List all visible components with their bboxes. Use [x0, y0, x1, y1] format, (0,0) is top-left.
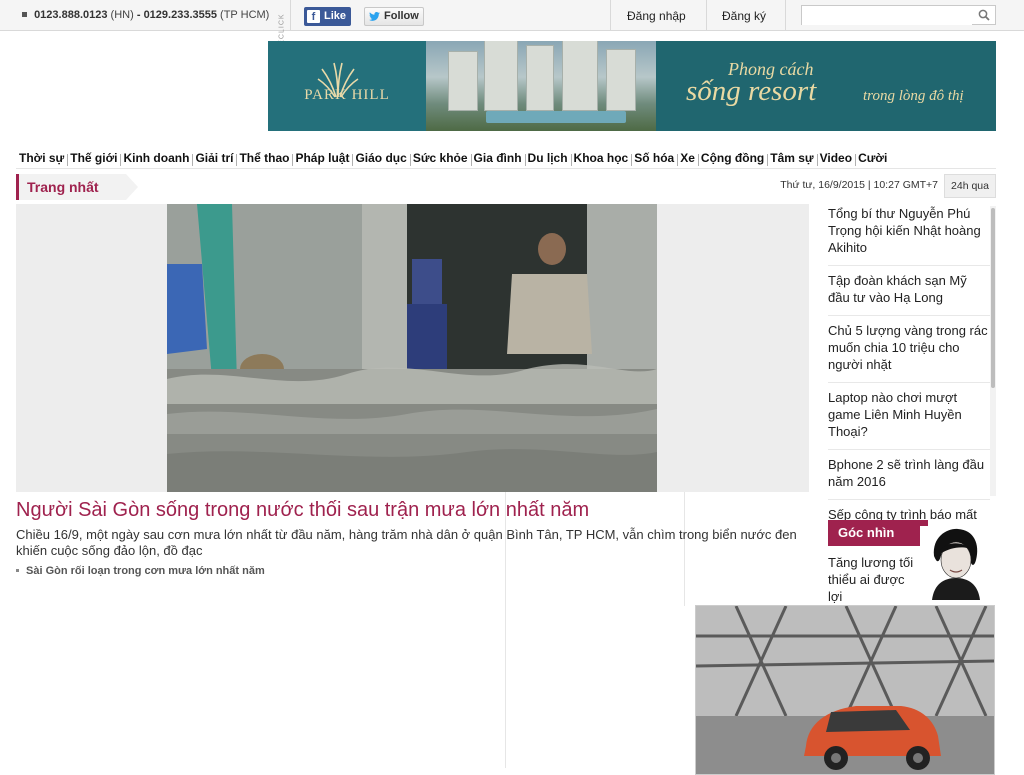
divider — [610, 0, 611, 31]
search-input[interactable] — [802, 7, 972, 25]
facebook-like-button[interactable]: f Like — [304, 7, 351, 26]
nav-item[interactable]: Số hóa — [631, 151, 677, 166]
phone-hn-suffix: (HN) — [110, 9, 134, 21]
nav-item[interactable]: Thế giới — [67, 151, 120, 166]
current-datetime: Thứ tư, 16/9/2015 | 10:27 GMT+7 — [780, 179, 938, 191]
phone-separator: - — [136, 9, 141, 21]
side-news-scrollbar[interactable] — [990, 206, 996, 496]
side-news-list: Tổng bí thư Nguyễn Phú Trọng hội kiến Nh… — [828, 204, 990, 538]
main-story-image[interactable] — [167, 204, 657, 492]
phone-hcm-suffix: (TP HCM) — [220, 9, 270, 21]
nav-item[interactable]: Thể thao — [236, 151, 292, 166]
phone-hcm: 0129.233.3555 — [143, 9, 217, 21]
section-title: Trang nhất — [27, 179, 99, 195]
side-news-item[interactable]: Tập đoàn khách sạn Mỹ đầu tư vào Hạ Long — [828, 271, 990, 316]
register-link[interactable]: Đăng ký — [722, 9, 766, 23]
top-bar: 0123.888.0123 (HN) - 0129.233.3555 (TP H… — [0, 0, 1024, 31]
login-link[interactable]: Đăng nhập — [627, 9, 686, 23]
nav-divider — [16, 168, 996, 169]
divider — [785, 0, 786, 31]
nav-item[interactable]: Thời sự — [16, 151, 67, 165]
nav-item[interactable]: Giải trí — [192, 151, 236, 166]
author-avatar — [920, 526, 990, 600]
nav-item[interactable]: Khoa học — [570, 151, 632, 166]
tagline-line-2: sống resort — [686, 75, 817, 107]
phone-hn: 0123.888.0123 — [34, 9, 108, 21]
nav-item[interactable]: Sức khỏe — [409, 151, 471, 166]
section-tab-home[interactable]: Trang nhất — [16, 174, 138, 200]
section-header: Trang nhất Thứ tư, 16/9/2015 | 10:27 GMT… — [16, 174, 996, 200]
search-icon[interactable] — [978, 9, 990, 21]
nav-item[interactable]: Giáo dục — [352, 151, 409, 166]
park-hill-logo: PARK HILL — [268, 41, 426, 131]
author-portrait — [920, 526, 990, 600]
scrollbar-thumb[interactable] — [991, 208, 995, 388]
hotline: 0123.888.0123 (HN) - 0129.233.3555 (TP H… — [22, 9, 269, 21]
side-news-item[interactable]: Chủ 5 lượng vàng trong rác muốn chia 10 … — [828, 321, 990, 383]
main-nav: Thời sự Thế giới Kinh doanh Giải trí Thể tha… — [16, 147, 996, 169]
nav-item[interactable]: Du lịch — [524, 151, 571, 166]
park-hill-brand: PARK HILL — [304, 87, 390, 103]
nav-item[interactable]: Gia đình — [470, 151, 525, 166]
banner-tagline: Phong cách sống resort trong lòng đô thị — [656, 41, 996, 131]
main-story-lead: Chiều 16/9, một ngày sau cơn mưa lớn nhấ… — [16, 527, 797, 558]
twitter-icon — [369, 12, 380, 21]
goc-nhin-headline[interactable]: Tăng lương tối thiểu ai được lợi — [828, 554, 922, 605]
side-news-item[interactable]: Laptop nào chơi mượt game Liên Minh Huyề… — [828, 388, 990, 450]
search-box — [801, 5, 996, 25]
nav-item[interactable]: Video — [816, 151, 855, 166]
recent-24h-button[interactable]: 24h qua — [944, 174, 996, 198]
flooded-house-photo — [167, 204, 657, 492]
main-story-headline[interactable]: Người Sài Gòn sống trong nước thối sau t… — [16, 497, 806, 523]
divider — [706, 0, 707, 31]
twitter-follow-button[interactable]: Follow — [364, 7, 424, 26]
related-story-link[interactable]: Sài Gòn rối loạn trong cơn mưa lớn nhất … — [16, 565, 265, 577]
car-on-bridge-photo — [696, 606, 994, 774]
nav-item[interactable]: Tâm sự — [767, 151, 816, 166]
tagline-line-3: trong lòng đô thị — [863, 88, 964, 104]
facebook-icon: f — [307, 10, 320, 23]
twitter-follow-label: Follow — [384, 10, 419, 22]
banner-photo — [426, 41, 656, 131]
nav-item[interactable]: Pháp luật — [292, 151, 352, 166]
goc-nhin-box: Góc nhìn Tăng lương tối thiểu ai được lợ… — [828, 520, 996, 604]
nav-item[interactable]: Cộng đồng — [697, 151, 767, 166]
side-news-item[interactable]: Tổng bí thư Nguyễn Phú Trọng hội kiến Nh… — [828, 204, 990, 266]
nav-item[interactable]: Kinh doanh — [120, 151, 192, 166]
side-news-item[interactable]: Bphone 2 sẽ trình làng đầu năm 2016 — [828, 455, 990, 500]
goc-nhin-title[interactable]: Góc nhìn — [828, 520, 928, 546]
main-story-image-frame — [16, 204, 809, 492]
nav-item[interactable]: Xe — [677, 151, 698, 166]
banner-ad[interactable]: PARK HILL Phong cách sống resort trong l… — [268, 41, 996, 131]
nav-item[interactable]: Cười — [855, 151, 890, 166]
facebook-like-label: Like — [324, 10, 347, 22]
car-promo-image[interactable] — [695, 605, 995, 775]
phone-icon — [22, 11, 27, 17]
divider — [290, 0, 291, 31]
